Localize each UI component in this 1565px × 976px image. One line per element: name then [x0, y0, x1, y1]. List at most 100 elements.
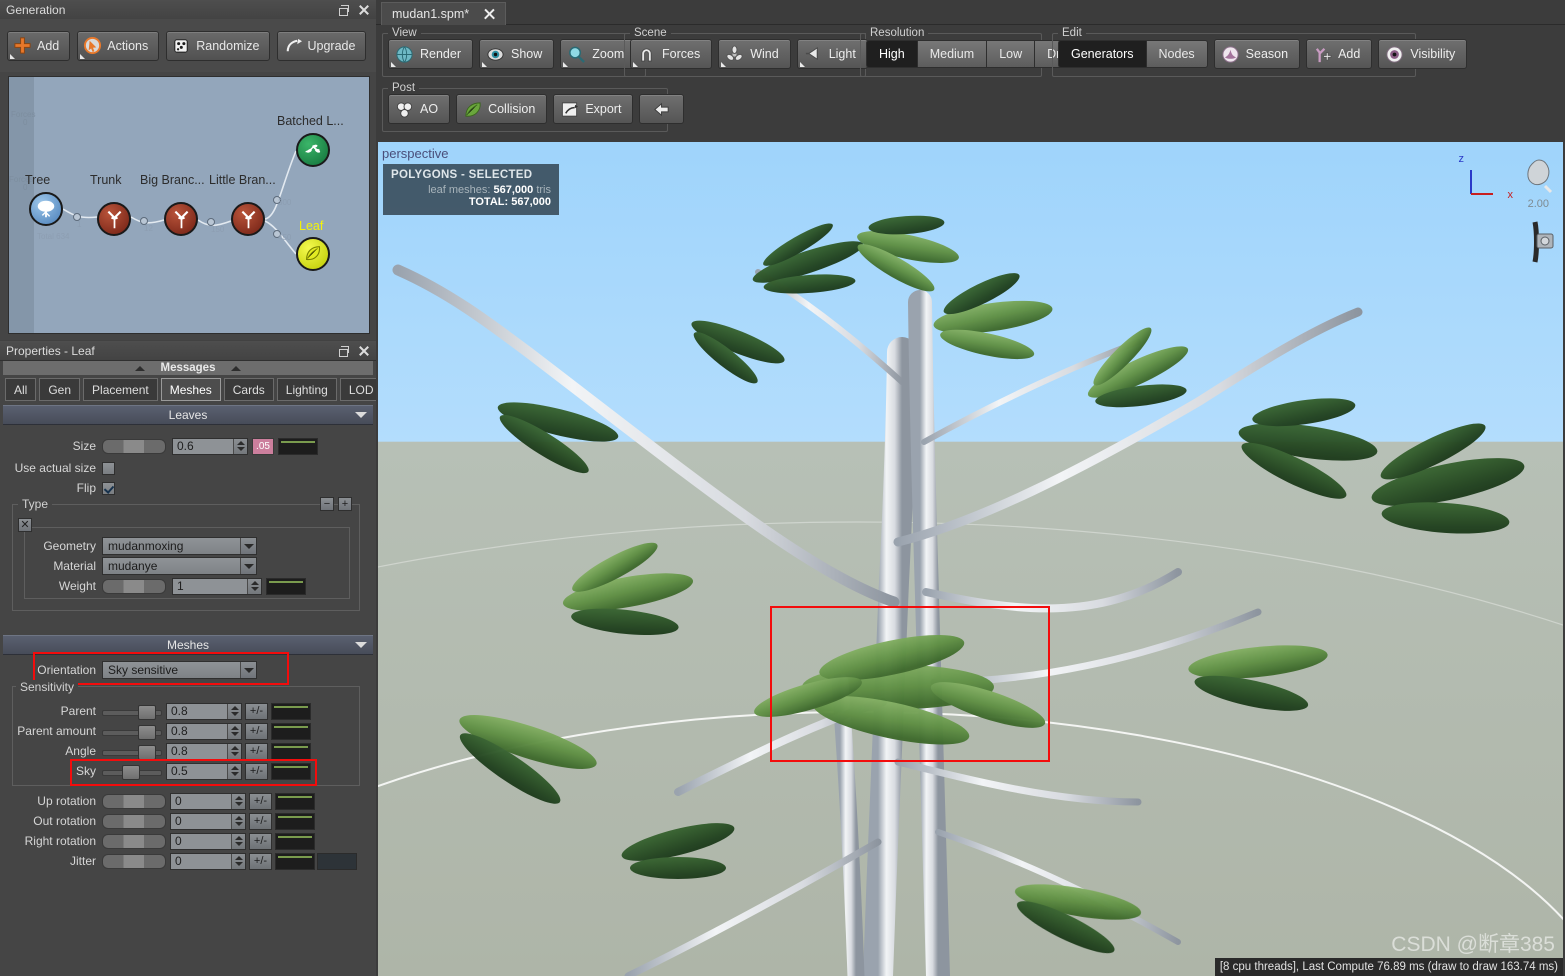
export-button[interactable]: Export — [553, 94, 634, 124]
tab-gen[interactable]: Gen — [39, 378, 81, 401]
messages-bar[interactable]: Messages — [3, 361, 373, 375]
material-combobox[interactable]: mudanye — [102, 557, 257, 575]
tab-cards[interactable]: Cards — [223, 378, 274, 401]
jitter-curve-button[interactable] — [275, 852, 315, 870]
sky-input[interactable]: 0.5 — [166, 762, 242, 780]
jitter-extra-button[interactable] — [317, 852, 357, 870]
close-icon[interactable] — [483, 8, 495, 20]
close-icon[interactable] — [358, 4, 370, 16]
out-rotation-input[interactable]: 0 — [170, 812, 246, 830]
size-spinner[interactable] — [233, 438, 247, 454]
resolution-low[interactable]: Low — [987, 40, 1036, 68]
jitter-input[interactable]: 0 — [170, 852, 246, 870]
type-entry-close-button[interactable]: ✕ — [18, 518, 32, 532]
graph-node-leaf[interactable] — [296, 237, 330, 271]
size-step-button[interactable]: .05 — [252, 437, 274, 455]
size-curve-button[interactable] — [278, 437, 318, 455]
orientation-combobox[interactable]: Sky sensitive — [102, 661, 257, 679]
close-icon[interactable] — [358, 345, 370, 357]
parent-amount-plusminus-button[interactable]: +/- — [245, 722, 268, 740]
restore-icon[interactable] — [337, 345, 349, 357]
sky-curve-button[interactable] — [271, 762, 311, 780]
graph-node-little-branch[interactable] — [231, 202, 265, 236]
geometry-combobox[interactable]: mudanmoxing — [102, 537, 257, 555]
upgrade-button[interactable]: Upgrade — [277, 30, 367, 61]
meshes-group-header[interactable]: Meshes — [3, 635, 373, 655]
render-button[interactable]: Render — [388, 39, 473, 69]
weight-slider[interactable] — [102, 578, 166, 594]
up-rotation-curve-button[interactable] — [275, 792, 315, 810]
right-rotation-input[interactable]: 0 — [170, 832, 246, 850]
ao-button[interactable]: AO — [388, 94, 451, 124]
flip-checkbox[interactable] — [102, 481, 115, 495]
size-input[interactable]: 0.6 — [172, 437, 248, 455]
angle-plusminus-button[interactable]: +/- — [245, 742, 268, 760]
edit-nodes[interactable]: Nodes — [1146, 40, 1208, 68]
forces-button[interactable]: Forces — [630, 39, 713, 69]
document-tab[interactable]: mudan1.spm* — [381, 2, 507, 25]
jitter-slider[interactable] — [102, 853, 166, 869]
actions-button[interactable]: Actions — [77, 30, 160, 61]
viewport-3d[interactable]: perspective POLYGONS - SELECTED leaf mes… — [378, 142, 1563, 976]
visibility-button[interactable]: Visibility — [1378, 39, 1468, 69]
angle-input[interactable]: 0.8 — [166, 742, 242, 760]
branch-icon — [174, 210, 188, 228]
parent-amount-value: 0.8 — [171, 724, 188, 738]
collision-button[interactable]: Collision — [456, 94, 548, 124]
parent-amount-input[interactable]: 0.8 — [166, 722, 242, 740]
up-rotation-plusminus-button[interactable]: +/- — [249, 792, 272, 810]
resolution-high[interactable]: High — [866, 40, 918, 68]
up-rotation-input[interactable]: 0 — [170, 792, 246, 810]
edit-generators[interactable]: Generators — [1058, 40, 1147, 68]
add-button[interactable]: Add — [7, 30, 71, 61]
graph-node-tree[interactable] — [29, 192, 63, 226]
tab-meshes[interactable]: Meshes — [160, 378, 221, 401]
chevron-down-icon[interactable] — [240, 538, 256, 554]
generator-graph-canvas[interactable]: Forces 0 Forces 0 1 12 150 300 450 Total… — [8, 76, 370, 334]
parent-input[interactable]: 0.8 — [166, 702, 242, 720]
tab-lighting[interactable]: Lighting — [276, 378, 337, 401]
right-rotation-slider[interactable] — [102, 833, 166, 849]
angle-curve-button[interactable] — [271, 742, 311, 760]
chevron-down-icon[interactable] — [240, 558, 256, 574]
size-slider[interactable] — [102, 438, 166, 454]
out-rotation-curve-button[interactable] — [275, 812, 315, 830]
chevron-down-icon[interactable] — [240, 662, 256, 678]
generation-panel-titlebar: Generation — [0, 0, 376, 20]
graph-node-trunk[interactable] — [97, 202, 131, 236]
out-rotation-plusminus-button[interactable]: +/- — [249, 812, 272, 830]
weight-input[interactable]: 1 — [172, 577, 262, 595]
leaves-group-header[interactable]: Leaves — [3, 405, 373, 425]
light-button[interactable]: Light — [796, 39, 868, 69]
sky-row: Sky 0.5 +/- — [0, 761, 376, 781]
wind-widget-icon[interactable] — [1513, 220, 1557, 264]
show-button[interactable]: Show — [479, 39, 555, 69]
light-widget-icon[interactable] — [1515, 156, 1555, 200]
up-rotation-slider[interactable] — [102, 793, 166, 809]
weight-spinner[interactable] — [247, 578, 261, 594]
graph-node-big-branch[interactable] — [164, 202, 198, 236]
use-actual-size-checkbox[interactable] — [102, 461, 115, 475]
type-add-button[interactable]: + — [338, 497, 352, 511]
right-rotation-plusminus-button[interactable]: +/- — [249, 832, 272, 850]
add-branch-button[interactable]: Add — [1306, 39, 1373, 69]
parent-amount-curve-button[interactable] — [271, 722, 311, 740]
type-remove-button[interactable]: − — [320, 497, 334, 511]
randomize-button[interactable]: Randomize — [166, 30, 271, 61]
sky-plusminus-button[interactable]: +/- — [245, 762, 268, 780]
out-rotation-slider[interactable] — [102, 813, 166, 829]
tab-placement[interactable]: Placement — [83, 378, 158, 401]
resolution-medium[interactable]: Medium — [917, 40, 988, 68]
parent-plusminus-button[interactable]: +/- — [245, 702, 268, 720]
magnet-icon — [641, 47, 652, 62]
graph-node-batched-leaf[interactable] — [296, 133, 330, 167]
restore-icon[interactable] — [337, 4, 349, 16]
back-button[interactable] — [639, 94, 685, 124]
parent-curve-button[interactable] — [271, 702, 311, 720]
weight-curve-button[interactable] — [266, 577, 306, 595]
jitter-plusminus-button[interactable]: +/- — [249, 852, 272, 870]
right-rotation-curve-button[interactable] — [275, 832, 315, 850]
wind-button[interactable]: Wind — [718, 39, 791, 69]
tab-all[interactable]: All — [5, 378, 37, 401]
season-button[interactable]: Season — [1213, 39, 1301, 69]
